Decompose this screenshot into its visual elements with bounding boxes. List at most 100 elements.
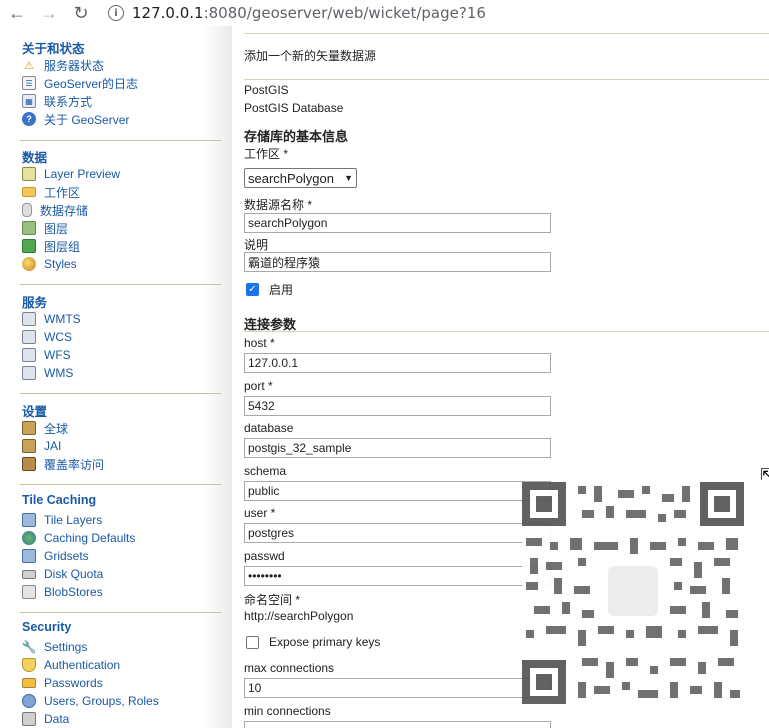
sidebar-item-server-status[interactable]: ⚠ 服务器状态: [22, 56, 222, 74]
sidebar-divider: [20, 284, 221, 285]
sidebar-title-tile-caching: Tile Caching: [22, 493, 97, 507]
sidebar-item-wms[interactable]: WMS: [22, 364, 222, 382]
sidebar-item-tile-layers[interactable]: Tile Layers: [22, 511, 222, 529]
sidebar-item-wmts[interactable]: WMTS: [22, 310, 222, 328]
expose-pk-row: Expose primary keys: [246, 635, 380, 649]
sidebar-item-gridsets[interactable]: Gridsets: [22, 547, 222, 565]
sidebar-item-blobstores[interactable]: BlobStores: [22, 583, 222, 601]
sidebar-divider: [20, 140, 221, 141]
sidebar-title-about: 关于和状态: [22, 42, 85, 56]
globe-settings-icon: [22, 421, 36, 435]
coverage-icon: [22, 457, 36, 471]
sidebar-section-tile-caching: Tile Caching Tile Layers Caching Default…: [22, 493, 222, 601]
sidebar-item-jai[interactable]: JAI: [22, 437, 222, 455]
sidebar-title-services: 服务: [22, 296, 48, 310]
reload-icon[interactable]: ↻: [70, 2, 92, 24]
sidebar-item-caching-defaults[interactable]: Caching Defaults: [22, 529, 222, 547]
enabled-checkbox[interactable]: ✓: [246, 283, 259, 296]
sidebar-item-styles[interactable]: Styles: [22, 255, 222, 273]
data-lock-icon: [22, 712, 36, 726]
passwd-label: passwd: [244, 549, 285, 563]
database-label: database: [244, 421, 294, 435]
sidebar-item-logs[interactable]: ☰ GeoServer的日志: [22, 74, 222, 92]
sidebar-item-authentication[interactable]: Authentication: [22, 656, 222, 674]
sidebar-divider: [20, 393, 221, 394]
sidebar-divider: [20, 612, 221, 613]
divider: [244, 79, 769, 80]
port-label: port *: [244, 379, 273, 393]
qr-code-watermark: [522, 482, 744, 704]
wrench-icon: 🔧: [21, 640, 37, 654]
max-connections-input[interactable]: [244, 678, 551, 698]
sidebar-section-settings: 设置 全球 JAI 覆盖率访问: [22, 401, 222, 473]
sidebar-item-passwords[interactable]: Passwords: [22, 674, 222, 692]
sidebar: 关于和状态 ⚠ 服务器状态 ☰ GeoServer的日志 ▦ 联系方式 ? 关于 Geo…: [0, 26, 232, 728]
url-host: 127.0.0.1: [132, 4, 204, 22]
shield-icon: [22, 658, 36, 672]
description-label: 说明: [244, 238, 269, 252]
address-bar[interactable]: i 127.0.0.1:8080/geoserver/web/wicket/pa…: [108, 4, 486, 22]
sidebar-item-contact[interactable]: ▦ 联系方式: [22, 92, 222, 110]
namespace-label: 命名空间 *: [244, 593, 301, 607]
datasource-name-input[interactable]: [244, 213, 551, 233]
chevron-down-icon: ▼: [344, 173, 353, 183]
forward-arrow-icon[interactable]: →: [38, 2, 60, 24]
contact-card-icon: ▦: [22, 94, 36, 108]
min-connections-input[interactable]: [244, 721, 551, 728]
sidebar-item-security-settings[interactable]: 🔧 Settings: [22, 638, 222, 656]
folder-icon: [22, 187, 36, 197]
workspace-select[interactable]: searchPolygon ▼: [244, 168, 357, 188]
sidebar-divider: [20, 484, 221, 485]
layer-group-icon: [22, 239, 36, 253]
service-icon: [22, 348, 36, 362]
sidebar-item-workspaces[interactable]: 工作区: [22, 183, 222, 201]
user-input[interactable]: [244, 523, 551, 543]
site-info-icon[interactable]: i: [108, 5, 124, 21]
datasource-name-label: 数据源名称 *: [244, 198, 313, 212]
port-input[interactable]: [244, 396, 551, 416]
image-settings-icon: [22, 439, 36, 453]
service-icon: [22, 366, 36, 380]
expose-pk-checkbox[interactable]: [246, 635, 259, 649]
sidebar-item-about[interactable]: ? 关于 GeoServer: [22, 110, 222, 128]
host-input[interactable]: [244, 353, 551, 373]
sidebar-item-data-security[interactable]: Data: [22, 710, 222, 728]
sidebar-item-disk-quota[interactable]: Disk Quota: [22, 565, 222, 583]
passwd-input[interactable]: [244, 566, 551, 586]
divider: [244, 331, 769, 332]
sidebar-item-coverage-access[interactable]: 覆盖率访问: [22, 455, 222, 473]
log-icon: ☰: [22, 76, 36, 90]
grid-icon: [22, 513, 36, 527]
schema-input[interactable]: [244, 481, 551, 501]
browser-toolbar: ← → ↻ i 127.0.0.1:8080/geoserver/web/wic…: [0, 0, 769, 26]
key-icon: [22, 678, 36, 688]
globe-icon: [22, 531, 36, 545]
max-connections-label: max connections: [244, 661, 335, 675]
sidebar-item-layer-groups[interactable]: 图层组: [22, 237, 222, 255]
sidebar-item-users-groups-roles[interactable]: Users, Groups, Roles: [22, 692, 222, 710]
sidebar-item-stores[interactable]: 数据存储: [22, 201, 222, 219]
sidebar-title-security: Security: [22, 620, 72, 634]
header-divider: [244, 26, 769, 34]
back-arrow-icon[interactable]: ←: [6, 2, 28, 24]
database-input[interactable]: [244, 438, 551, 458]
basic-info-title: 存储库的基本信息: [244, 129, 349, 144]
disk-icon: [22, 569, 36, 579]
qr-center-avatar: [606, 564, 660, 618]
grid-icon: [22, 549, 36, 563]
store-type-description: PostGIS Database: [244, 101, 344, 115]
sidebar-item-wcs[interactable]: WCS: [22, 328, 222, 346]
sidebar-item-wfs[interactable]: WFS: [22, 346, 222, 364]
user-label: user *: [244, 506, 276, 520]
sidebar-section-data: 数据 Layer Preview 工作区 数据存储 图层 图层组 Styles: [22, 147, 222, 273]
service-icon: [22, 330, 36, 344]
sidebar-item-layers[interactable]: 图层: [22, 219, 222, 237]
store-type: PostGIS: [244, 83, 289, 97]
mouse-cursor-icon: ⇱: [760, 467, 769, 484]
description-input[interactable]: [244, 252, 551, 272]
sidebar-item-layer-preview[interactable]: Layer Preview: [22, 165, 222, 183]
schema-label: schema: [244, 464, 287, 478]
service-icon: [22, 312, 36, 326]
sidebar-item-global[interactable]: 全球: [22, 419, 222, 437]
palette-icon: [22, 257, 36, 271]
